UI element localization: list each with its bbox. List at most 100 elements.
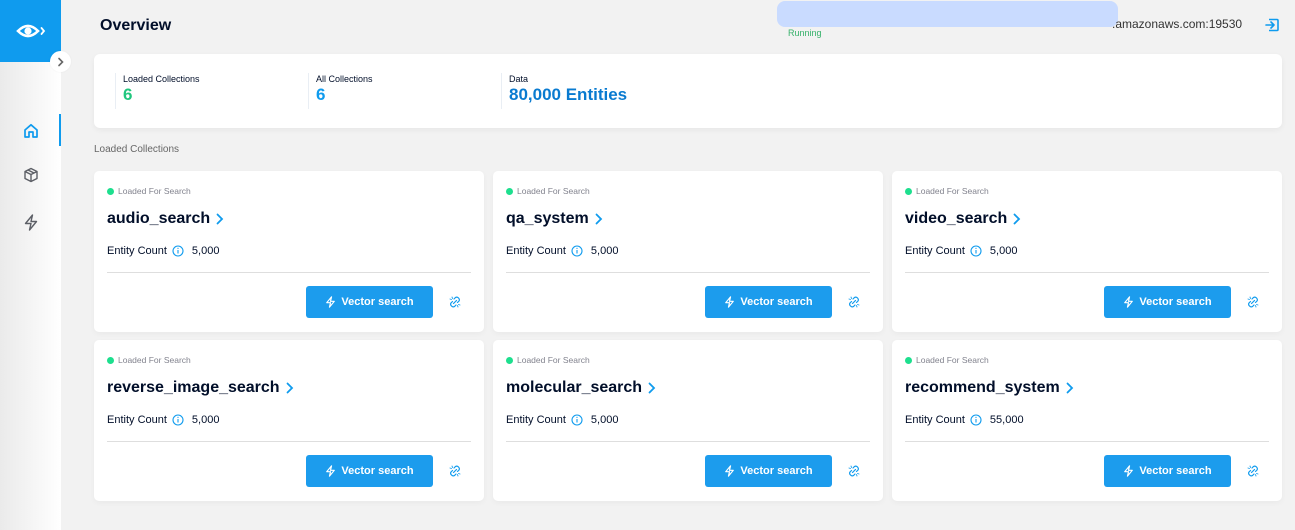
collection-name-link[interactable]: recommend_system — [905, 379, 1074, 397]
address-redaction — [777, 1, 1118, 27]
chevron-right-icon — [216, 213, 224, 225]
collection-name: qa_system — [506, 210, 589, 227]
lightning-icon — [725, 465, 735, 477]
vector-search-button[interactable]: Vector search — [306, 286, 433, 318]
collection-card: Loaded For Search recommend_system Entit… — [892, 340, 1282, 501]
vector-search-button[interactable]: Vector search — [306, 455, 433, 487]
stat-value: 6 — [316, 85, 326, 104]
collection-name-link[interactable]: qa_system — [506, 210, 603, 228]
release-icon[interactable] — [449, 296, 461, 308]
chevron-right-icon — [1013, 213, 1021, 225]
divider — [107, 441, 471, 442]
status-label: Loaded For Search — [916, 355, 989, 365]
divider — [506, 441, 870, 442]
collection-card: Loaded For Search reverse_image_search E… — [94, 340, 484, 501]
card-status: Loaded For Search — [107, 186, 191, 196]
server-address: .amazonaws.com:19530 — [1112, 17, 1243, 31]
sidebar — [0, 0, 61, 530]
status-label: Loaded For Search — [916, 186, 989, 196]
entity-count: Entity Count 5,000 — [506, 414, 618, 426]
release-icon[interactable] — [848, 465, 860, 477]
stat-label: Loaded Collections — [123, 74, 200, 84]
entity-count-value: 5,000 — [590, 414, 619, 426]
divider — [905, 272, 1269, 273]
vector-search-label: Vector search — [740, 465, 813, 477]
chevron-right-icon — [648, 382, 656, 394]
entity-count-label: Entity Count — [107, 414, 167, 426]
collection-name: audio_search — [107, 210, 211, 227]
server-status: Running — [788, 28, 822, 38]
entity-count: Entity Count 5,000 — [107, 245, 219, 257]
status-label: Loaded For Search — [517, 186, 590, 196]
entity-count-value: 5,000 — [590, 245, 619, 257]
status-dot — [506, 187, 513, 195]
info-icon[interactable] — [172, 414, 184, 426]
release-icon[interactable] — [1247, 296, 1259, 308]
info-icon[interactable] — [970, 245, 982, 257]
logout-icon[interactable] — [1264, 17, 1280, 33]
sidebar-item-search[interactable] — [0, 205, 61, 239]
collection-name: recommend_system — [905, 379, 1060, 396]
vector-search-label: Vector search — [1139, 296, 1212, 308]
vector-search-label: Vector search — [341, 296, 414, 308]
release-icon[interactable] — [1247, 465, 1259, 477]
entity-count-label: Entity Count — [905, 414, 965, 426]
lightning-icon — [725, 296, 735, 308]
card-status: Loaded For Search — [905, 355, 989, 365]
lightning-icon — [1124, 296, 1134, 308]
chevron-right-icon — [286, 382, 294, 394]
info-icon[interactable] — [571, 414, 583, 426]
status-dot — [506, 356, 513, 364]
divider — [107, 272, 471, 273]
vector-search-label: Vector search — [1139, 465, 1212, 477]
vector-search-button[interactable]: Vector search — [705, 455, 832, 487]
stat-value: 6 — [123, 85, 133, 104]
cube-icon — [23, 167, 38, 183]
release-icon[interactable] — [848, 296, 860, 308]
stat-label: Data — [509, 74, 529, 84]
stat-loaded-collections: Loaded Collections 6 — [115, 73, 200, 109]
entity-count: Entity Count 5,000 — [107, 414, 219, 426]
vector-search-button[interactable]: Vector search — [1104, 455, 1231, 487]
stat-all-collections: All Collections 6 — [308, 73, 373, 109]
stat-value: 80,000 Entities — [509, 85, 628, 104]
release-icon[interactable] — [449, 465, 461, 477]
sidebar-item-overview[interactable] — [0, 114, 61, 148]
entity-count: Entity Count 5,000 — [905, 245, 1017, 257]
collection-name-link[interactable]: reverse_image_search — [107, 379, 294, 397]
active-indicator — [59, 114, 61, 146]
eye-logo-icon — [15, 24, 45, 38]
status-dot — [107, 187, 114, 195]
logo[interactable] — [0, 0, 61, 62]
entity-count: Entity Count 55,000 — [905, 414, 1024, 426]
info-icon[interactable] — [172, 245, 184, 257]
entity-count: Entity Count 5,000 — [506, 245, 618, 257]
chevron-right-icon — [595, 213, 603, 225]
info-icon[interactable] — [571, 245, 583, 257]
entity-count-label: Entity Count — [905, 245, 965, 257]
entity-count-value: 5,000 — [989, 245, 1018, 257]
collection-name-link[interactable]: video_search — [905, 210, 1021, 228]
sidebar-item-collections[interactable] — [0, 158, 61, 192]
stat-label: All Collections — [316, 74, 373, 84]
chevron-right-icon — [1066, 382, 1074, 394]
collection-name: molecular_search — [506, 379, 643, 396]
entity-count-label: Entity Count — [506, 414, 566, 426]
section-label: Loaded Collections — [94, 144, 180, 155]
status-label: Loaded For Search — [517, 355, 590, 365]
card-status: Loaded For Search — [506, 355, 590, 365]
info-icon[interactable] — [970, 414, 982, 426]
vector-search-button[interactable]: Vector search — [705, 286, 832, 318]
collection-name-link[interactable]: molecular_search — [506, 379, 656, 397]
collection-name: reverse_image_search — [107, 379, 280, 396]
page-title: Overview — [100, 17, 172, 34]
lightning-icon — [326, 465, 336, 477]
entity-count-label: Entity Count — [506, 245, 566, 257]
vector-search-label: Vector search — [740, 296, 813, 308]
lightning-icon — [24, 213, 37, 231]
status-label: Loaded For Search — [118, 186, 191, 196]
lightning-icon — [1124, 465, 1134, 477]
collection-name-link[interactable]: audio_search — [107, 210, 224, 228]
vector-search-button[interactable]: Vector search — [1104, 286, 1231, 318]
sidebar-expand-button[interactable] — [50, 51, 71, 72]
